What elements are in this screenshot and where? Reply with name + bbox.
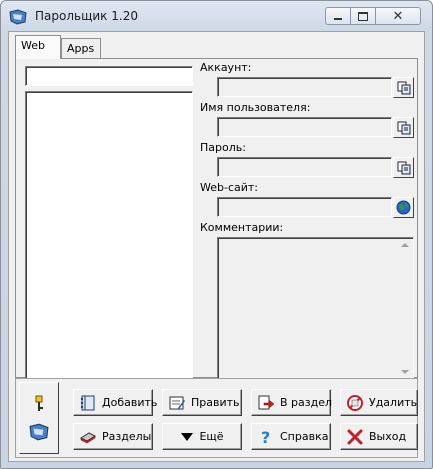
app-card-icon — [29, 423, 49, 441]
delete-button[interactable]: Удалить — [340, 389, 418, 416]
search-input[interactable] — [25, 66, 193, 86]
to-section-button-label: В раздел — [280, 396, 333, 409]
tab-page-web: Аккаунт: Имя пользователя: Пароль: Web-с… — [15, 58, 418, 379]
tab-apps-label: Apps — [67, 42, 95, 55]
scroll-down-icon[interactable] — [401, 370, 409, 374]
exit-icon — [347, 429, 363, 444]
help-button[interactable]: ? Справка — [251, 423, 331, 450]
copy-username-button[interactable] — [393, 117, 414, 138]
comments-label: Комментарии: — [200, 221, 284, 234]
entries-list[interactable] — [25, 91, 193, 379]
edit-button-label: Править — [191, 396, 240, 409]
scroll-up-icon[interactable] — [401, 243, 409, 247]
password-label: Пароль: — [200, 141, 246, 154]
button-panel: Добавить Править В раздел Удалить Раздел… — [15, 378, 418, 458]
comments-scrollbar[interactable] — [397, 239, 412, 378]
edit-button[interactable]: Править — [162, 389, 242, 416]
window-title: Парольщик 1.20 — [35, 9, 138, 23]
copy-icon — [397, 161, 410, 174]
copy-account-button[interactable] — [393, 77, 414, 98]
minimize-button[interactable] — [325, 7, 351, 25]
username-field[interactable] — [217, 117, 392, 137]
client-area: Web Apps Аккаунт: Имя пользователя: Паро… — [8, 31, 425, 462]
globe-icon — [396, 200, 411, 215]
dropdown-arrow-icon — [181, 432, 194, 441]
help-button-label: Справка — [280, 430, 329, 443]
tab-apps[interactable]: Apps — [61, 38, 101, 58]
sections-button-label: Разделы — [102, 430, 152, 443]
sections-icon — [79, 431, 97, 443]
minimize-icon — [334, 17, 342, 20]
close-icon: ✕ — [392, 8, 404, 24]
tab-web[interactable]: Web — [15, 35, 61, 59]
add-button[interactable]: Добавить — [73, 389, 157, 416]
delete-icon — [347, 394, 363, 411]
more-button[interactable]: Ещё — [162, 423, 242, 450]
maximize-button[interactable] — [350, 7, 376, 25]
add-button-label: Добавить — [102, 396, 158, 409]
copy-password-button[interactable] — [393, 157, 414, 178]
app-card-icon — [9, 9, 27, 25]
exit-button[interactable]: Выход — [340, 423, 418, 450]
delete-button-label: Удалить — [369, 396, 418, 409]
edit-card-icon — [169, 396, 185, 409]
move-to-section-icon — [258, 395, 275, 409]
account-label: Аккаунт: — [200, 61, 252, 74]
close-button[interactable]: ✕ — [375, 7, 421, 25]
website-field[interactable] — [217, 197, 392, 217]
svg-text:?: ? — [261, 428, 270, 446]
username-label: Имя пользователя: — [200, 101, 311, 114]
notebook-add-icon — [80, 395, 95, 410]
password-field[interactable] — [217, 157, 392, 177]
comments-field[interactable] — [217, 237, 414, 379]
open-website-button[interactable] — [393, 197, 414, 218]
app-window: Парольщик 1.20 ✕ Web Apps Аккаунт: Имя п… — [0, 0, 433, 469]
website-label: Web-сайт: — [200, 181, 259, 194]
more-button-label: Ещё — [199, 430, 224, 443]
account-field[interactable] — [217, 77, 392, 97]
exit-button-label: Выход — [369, 430, 407, 443]
to-section-button[interactable]: В раздел — [251, 389, 333, 416]
title-bar[interactable]: Парольщик 1.20 ✕ — [1, 1, 432, 31]
tab-web-label: Web — [21, 39, 45, 52]
help-icon: ? — [261, 428, 270, 446]
maximize-icon — [358, 11, 368, 21]
key-icon — [35, 395, 43, 411]
copy-icon — [397, 81, 410, 94]
copy-icon — [397, 121, 410, 134]
side-tool-box[interactable] — [19, 382, 59, 454]
sections-button[interactable]: Разделы — [73, 423, 153, 450]
